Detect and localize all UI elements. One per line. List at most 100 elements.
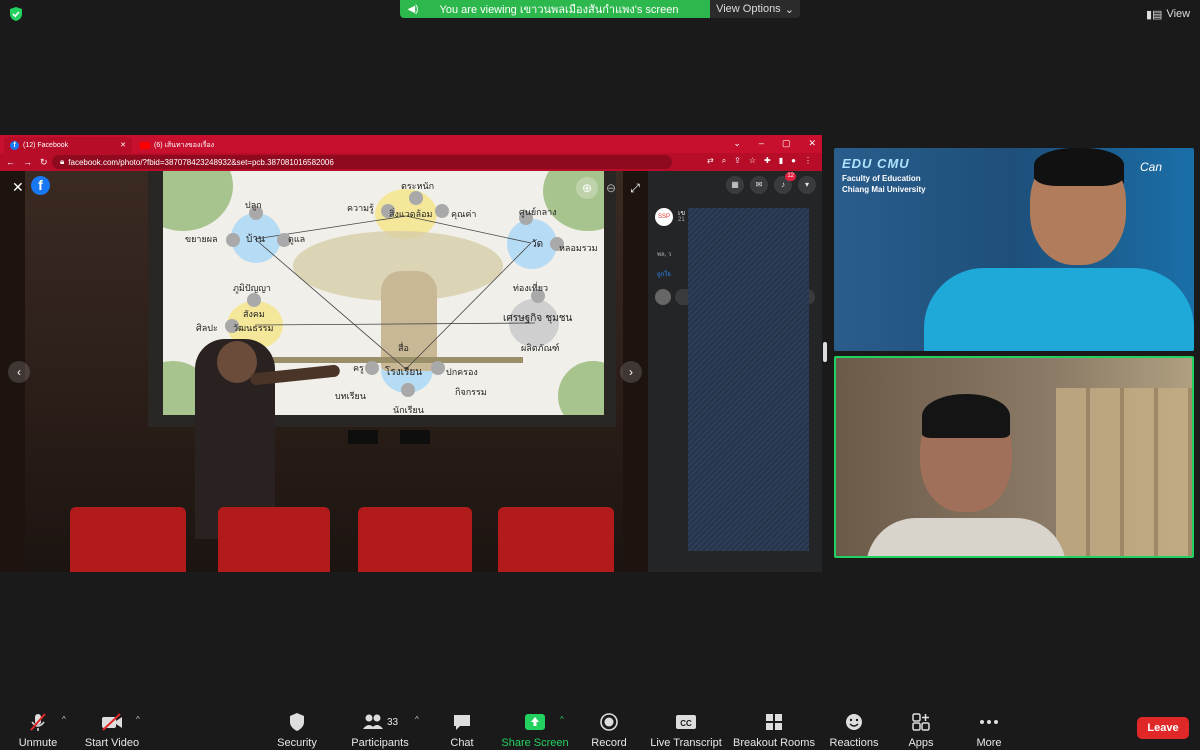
record-icon xyxy=(599,711,619,733)
unmute-button[interactable]: Unmute xyxy=(14,706,62,750)
share-banner-text: You are viewing เขาวนพลเมืองสันกำแพง's s… xyxy=(439,4,679,16)
more-label: More xyxy=(976,737,1002,749)
forward-icon[interactable]: → xyxy=(23,157,32,168)
participants-label: Participants xyxy=(351,737,409,749)
participants-button[interactable]: 33 Participants xyxy=(350,706,410,750)
share-options-caret-icon[interactable]: ^ xyxy=(560,715,564,724)
chevron-down-icon[interactable]: ⌄ xyxy=(733,138,741,149)
smiley-icon xyxy=(844,711,864,733)
view-options-button[interactable]: View Options ⌄ xyxy=(710,0,800,18)
reload-icon[interactable]: ↻ xyxy=(40,157,48,168)
slide-label: หลอมรวม xyxy=(559,244,598,254)
apps-icon xyxy=(911,711,931,733)
zoom-in-icon[interactable]: ⊕ xyxy=(576,177,598,199)
minimize-icon[interactable]: – xyxy=(759,138,764,149)
share-icon[interactable]: ⇪ xyxy=(734,156,741,166)
redacted-region xyxy=(688,208,809,551)
url-field[interactable]: 🔒︎ facebook.com/photo/?fbid=387078423248… xyxy=(52,155,672,169)
video-options-caret-icon[interactable]: ^ xyxy=(136,715,140,724)
participant-video-tile[interactable]: EDU CMU Faculty of Education Chiang Mai … xyxy=(834,148,1194,351)
search-icon[interactable]: ⌕ xyxy=(722,156,726,166)
slide-label: ผลิตภัณฑ์ xyxy=(521,344,560,354)
slide-label: นักเรียน xyxy=(393,406,424,415)
participants-icon: 33 xyxy=(362,711,398,733)
slide-label: วัด xyxy=(531,239,544,250)
svg-text:CC: CC xyxy=(680,719,692,728)
share-screen-icon xyxy=(524,711,546,733)
share-screen-button[interactable]: Share Screen xyxy=(501,706,569,750)
sidebar-icon[interactable]: ▮ xyxy=(779,156,783,166)
translate-icon[interactable]: ⇄ xyxy=(707,156,714,166)
messenger-icon[interactable]: ✉ xyxy=(750,176,768,194)
more-button[interactable]: More xyxy=(972,706,1006,750)
fullscreen-icon[interactable]: ⤢ xyxy=(624,177,646,199)
security-button[interactable]: Security xyxy=(276,706,318,750)
window-controls: ⌄ – ▢ ✕ xyxy=(733,138,816,149)
close-window-icon[interactable]: ✕ xyxy=(808,138,816,149)
apps-grid-icon[interactable]: ▦ xyxy=(726,176,744,194)
menu-icon[interactable]: ⋮ xyxy=(804,156,812,166)
active-speaker-video-tile[interactable] xyxy=(834,356,1194,558)
chat-bubble-icon xyxy=(452,711,472,733)
chat-button[interactable]: Chat xyxy=(448,706,476,750)
participants-options-caret-icon[interactable]: ^ xyxy=(415,715,419,724)
breakout-rooms-icon xyxy=(764,711,784,733)
reactions-summary[interactable]: พล, ว xyxy=(657,249,671,259)
chevron-down-icon: ⌄ xyxy=(784,3,794,16)
breakout-rooms-button[interactable]: Breakout Rooms xyxy=(733,706,815,750)
browser-tab-facebook[interactable]: f (12) Facebook ✕ xyxy=(4,137,132,153)
apps-button[interactable]: Apps xyxy=(906,706,936,750)
url-text: facebook.com/photo/?fbid=387078423248932… xyxy=(68,157,334,167)
notification-badge: 12 xyxy=(785,172,796,181)
slide-label: ศิลปะ xyxy=(196,324,218,334)
maximize-icon[interactable]: ▢ xyxy=(782,138,791,149)
previous-photo-icon[interactable]: ‹ xyxy=(8,361,30,383)
bookmark-star-icon[interactable]: ☆ xyxy=(749,156,756,166)
next-photo-icon[interactable]: › xyxy=(620,361,642,383)
browser-tab-youtube[interactable]: (6) เส้นทางของเรื่อง xyxy=(134,137,262,153)
start-video-button[interactable]: Start Video xyxy=(82,706,142,750)
audience-seat xyxy=(218,507,330,572)
audience-seat xyxy=(70,507,186,572)
browser-tab-bar: f (12) Facebook ✕ (6) เส้นทางของเรื่อง ⌄… xyxy=(0,135,822,153)
audience-seat xyxy=(358,507,472,572)
participants-count: 33 xyxy=(386,716,399,728)
facebook-side-panel: ▦ ✉ ♪ 12 ▾ SSP เข 21 พล, ว ถูกใจ xyxy=(648,171,822,572)
youtube-icon xyxy=(140,141,150,149)
address-bar: ← → ↻ 🔒︎ facebook.com/photo/?fbid=387078… xyxy=(0,153,822,171)
start-video-label: Start Video xyxy=(84,737,140,749)
screen-share-banner: ◀) You are viewing เขาวนพลเมืองสันกำแพง'… xyxy=(400,0,710,18)
panel-resize-handle[interactable] xyxy=(823,342,827,362)
audio-options-caret-icon[interactable]: ^ xyxy=(62,715,66,724)
record-button[interactable]: Record xyxy=(590,706,628,750)
record-label: Record xyxy=(591,737,627,749)
browser-action-icons: ⇄ ⌕ ⇪ ☆ ✚ ▮ ● ⋮ xyxy=(707,156,812,166)
live-transcript-button[interactable]: CC Live Transcript xyxy=(650,706,722,750)
virtual-background-logo: EDU CMU xyxy=(842,156,910,171)
speaker-icon[interactable]: ◀) xyxy=(400,4,426,15)
speaker-box xyxy=(400,430,430,444)
page-avatar[interactable]: SSP xyxy=(655,208,673,226)
slide-label: บ้าน xyxy=(246,234,265,245)
view-button[interactable]: ▮▤ View xyxy=(1146,6,1192,22)
extensions-icon[interactable]: ✚ xyxy=(764,156,771,166)
layout-icon: ▮▤ xyxy=(1146,8,1163,21)
slide-label: สังคม xyxy=(243,310,265,320)
notifications-bell-icon[interactable]: ♪ 12 xyxy=(774,172,796,194)
like-button[interactable]: ถูกใจ xyxy=(657,269,671,279)
tab-label: (12) Facebook xyxy=(23,141,69,149)
account-menu-icon[interactable]: ▾ xyxy=(798,176,816,194)
slide-label: ปลูก xyxy=(245,201,262,211)
close-icon[interactable]: ✕ xyxy=(12,179,24,196)
zoom-out-icon[interactable]: ⊖ xyxy=(600,177,622,199)
slide-label: ขยายผล xyxy=(185,235,218,245)
back-icon[interactable]: ← xyxy=(6,157,15,168)
reactions-button[interactable]: Reactions xyxy=(828,706,880,750)
meeting-toolbar: Unmute ^ Start Video ^ Security 33 Parti… xyxy=(0,706,1200,750)
profile-icon[interactable]: ● xyxy=(791,156,796,166)
facebook-logo-icon[interactable]: f xyxy=(31,176,50,195)
security-shield-icon[interactable] xyxy=(8,6,24,22)
close-tab-icon[interactable]: ✕ xyxy=(120,141,126,149)
leave-meeting-button[interactable]: Leave xyxy=(1137,717,1189,739)
slide-label: คุณค่า xyxy=(451,210,477,220)
